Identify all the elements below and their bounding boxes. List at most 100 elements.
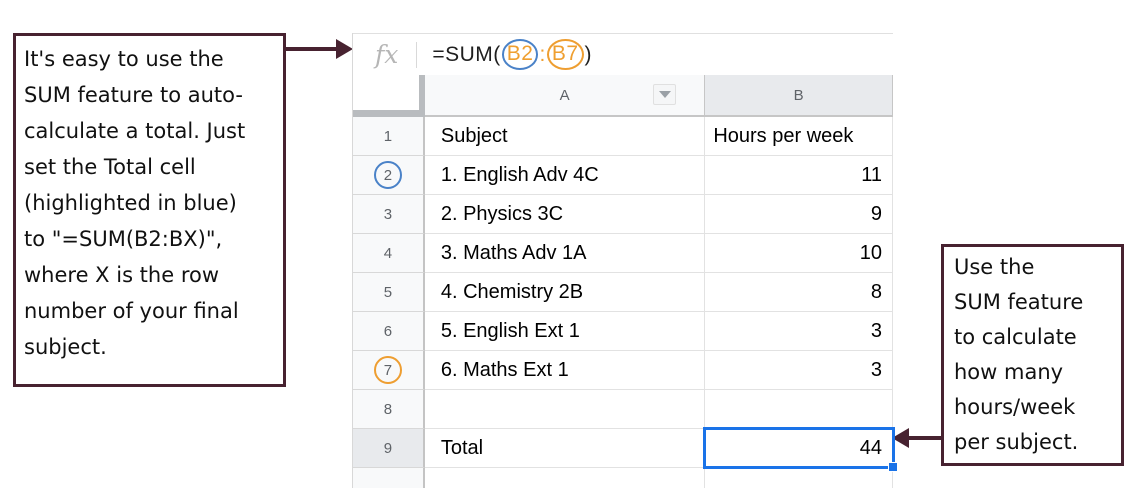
- row-number: 3: [383, 205, 393, 223]
- left-annotation-line: SUM feature to auto-: [24, 83, 243, 107]
- formula-suffix: ): [584, 42, 593, 66]
- cell-value: 1. English Adv 4C: [440, 163, 599, 186]
- cell-a9[interactable]: Total: [424, 429, 706, 468]
- fill-handle[interactable]: [888, 462, 898, 472]
- cell-value: 8: [870, 280, 882, 303]
- left-annotation-line: to "=SUM(B2:BX)",: [24, 227, 223, 251]
- left-arrow-line: [285, 47, 338, 51]
- cell-b1[interactable]: Hours per week: [705, 117, 893, 156]
- row-header-10[interactable]: [353, 468, 425, 488]
- left-annotation-line: (highlighted in blue): [24, 191, 237, 215]
- formula-bar-divider: [416, 41, 418, 68]
- row-header-8[interactable]: 8: [353, 390, 425, 429]
- cell-b10[interactable]: [705, 468, 893, 488]
- formula-bar[interactable]: fx =SUM( B2 : B7 ): [353, 33, 893, 75]
- row-number: 5: [383, 283, 393, 301]
- formula-ref-end-circle: B7: [546, 39, 584, 70]
- right-arrow-line: [908, 436, 943, 440]
- cell-value: 44: [859, 436, 882, 459]
- select-all-corner[interactable]: [353, 75, 425, 117]
- left-annotation-line: subject.: [24, 335, 107, 359]
- row-number: 1: [383, 127, 393, 145]
- table-row: 9 Total 44: [353, 429, 893, 468]
- cell-value: 6. Maths Ext 1: [440, 358, 569, 381]
- table-row: 4 3. Maths Adv 1A 10: [353, 234, 893, 273]
- cell-b2[interactable]: 11: [705, 156, 893, 195]
- left-annotation-line: It's easy to use the: [24, 47, 224, 71]
- table-row: 5 4. Chemistry 2B 8: [353, 273, 893, 312]
- blue-circle-annotation: 2: [373, 161, 402, 189]
- right-annotation-line: how many: [954, 360, 1064, 384]
- row-number: 4: [383, 244, 393, 262]
- cell-value: 3. Maths Adv 1A: [440, 241, 587, 264]
- cell-b4[interactable]: 10: [705, 234, 893, 273]
- cell-value: 3: [870, 358, 882, 381]
- formula-input[interactable]: =SUM( B2 : B7 ): [432, 39, 592, 70]
- row-number: 2: [383, 166, 393, 184]
- cell-a10[interactable]: [424, 468, 706, 488]
- left-annotation-line: where X is the row: [24, 263, 220, 287]
- right-annotation-line: per subject.: [954, 430, 1079, 454]
- cell-value: 11: [861, 163, 882, 186]
- left-annotation-line: number of your final: [24, 299, 239, 323]
- cell-a6[interactable]: 5. English Ext 1: [424, 312, 706, 351]
- right-annotation-line: hours/week: [954, 395, 1076, 419]
- cell-a3[interactable]: 2. Physics 3C: [424, 195, 706, 234]
- row-header-7[interactable]: 7: [353, 351, 425, 390]
- cell-a8[interactable]: [424, 390, 706, 429]
- cell-b5[interactable]: 8: [705, 273, 893, 312]
- cell-value: 2. Physics 3C: [440, 202, 564, 225]
- cell-value: Subject: [440, 124, 508, 147]
- column-header-b[interactable]: B: [705, 75, 893, 117]
- orange-circle-annotation: 7: [373, 356, 402, 384]
- table-row: 8: [353, 390, 893, 429]
- cell-value: Total: [440, 436, 484, 459]
- cell-b7[interactable]: 3: [705, 351, 893, 390]
- column-header-row: A B: [353, 75, 893, 117]
- cell-value: 4. Chemistry 2B: [440, 280, 584, 303]
- row-number: 7: [383, 361, 393, 379]
- right-annotation-line: Use the: [954, 255, 1035, 279]
- table-row: 6 5. English Ext 1 3: [353, 312, 893, 351]
- formula-ref-start-circle: B2: [501, 39, 539, 70]
- chevron-down-icon: [658, 91, 671, 98]
- cell-b8[interactable]: [705, 390, 893, 429]
- column-header-a[interactable]: A: [424, 75, 706, 117]
- row-header-2[interactable]: 2: [353, 156, 425, 195]
- cell-a2[interactable]: 1. English Adv 4C: [424, 156, 706, 195]
- row-number: 8: [383, 400, 393, 418]
- table-row: 3 2. Physics 3C 9: [353, 195, 893, 234]
- cell-a7[interactable]: 6. Maths Ext 1: [424, 351, 706, 390]
- column-header-b-label: B: [793, 86, 804, 104]
- right-annotation-line: to calculate: [954, 325, 1077, 349]
- cell-value: 9: [870, 202, 882, 225]
- left-annotation-line: calculate a total. Just: [24, 119, 246, 143]
- row-header-1[interactable]: 1: [353, 117, 425, 156]
- formula-ref-start: B2: [506, 42, 534, 65]
- row-header-4[interactable]: 4: [353, 234, 425, 273]
- cell-a1[interactable]: Subject: [424, 117, 706, 156]
- formula-prefix: =SUM(: [432, 42, 501, 66]
- cell-b9-selected[interactable]: 44: [705, 429, 893, 468]
- sheet-grid: A B 1 Subject Hours per week 2 1. Englis…: [353, 75, 893, 488]
- cell-a5[interactable]: 4. Chemistry 2B: [424, 273, 706, 312]
- cell-b3[interactable]: 9: [705, 195, 893, 234]
- row-header-3[interactable]: 3: [353, 195, 425, 234]
- row-number: 9: [383, 439, 393, 457]
- cell-value: Hours per week: [713, 124, 854, 147]
- table-row: 7 6. Maths Ext 1 3: [353, 351, 893, 390]
- cell-value: 10: [859, 241, 882, 264]
- row-header-9[interactable]: 9: [353, 429, 425, 468]
- spreadsheet: fx =SUM( B2 : B7 ) A B 1 Subject Hours p…: [352, 33, 898, 488]
- row-header-6[interactable]: 6: [353, 312, 425, 351]
- column-a-dropdown-button[interactable]: [653, 84, 677, 105]
- left-annotation-line: set the Total cell: [24, 155, 196, 179]
- table-row: 1 Subject Hours per week: [353, 117, 893, 156]
- formula-ref-end: B7: [551, 42, 579, 65]
- left-pointing-arrow-icon: [892, 428, 909, 448]
- table-row: 2 1. English Adv 4C 11: [353, 156, 893, 195]
- cell-a4[interactable]: 3. Maths Adv 1A: [424, 234, 706, 273]
- cell-b6[interactable]: 3: [705, 312, 893, 351]
- row-header-5[interactable]: 5: [353, 273, 425, 312]
- right-annotation-line: SUM feature: [954, 290, 1084, 314]
